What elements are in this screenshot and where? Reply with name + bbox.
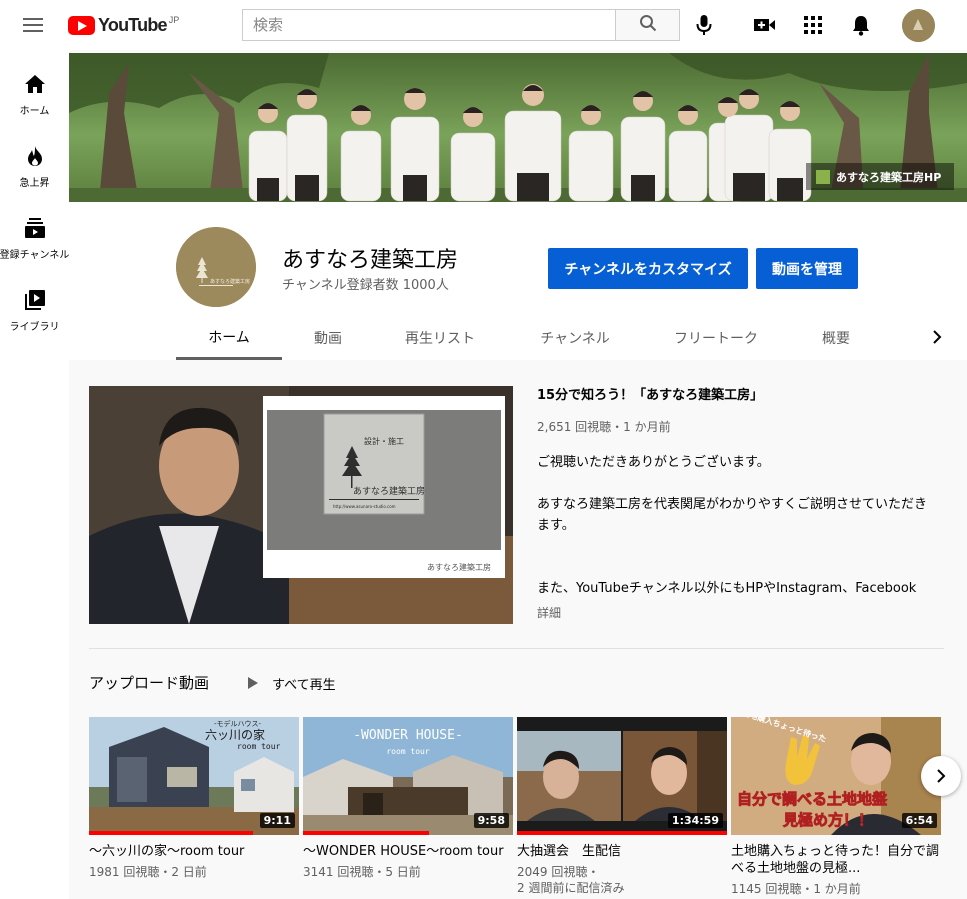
play-all-label: すべて再生 (272, 677, 336, 693)
sign-line2: あすなろ建築工房 (353, 485, 425, 497)
video-thumbnail[interactable]: -WONDER HOUSE- room tour 9:58 (303, 717, 513, 835)
customize-channel-button[interactable]: チャンネルをカスタマイズ (548, 248, 748, 289)
shelf-next-chevron-icon[interactable] (921, 756, 961, 796)
featured-video-meta: 2,651 回視聴・1 か月前 (537, 420, 671, 434)
sign-footer: あすなろ建築工房 (427, 562, 491, 572)
video-meta: 1145 回視聴・1 か月前 (731, 882, 861, 896)
video-card[interactable]: 土地購入ちょっと待った 自分で調べる土地地盤 見極め方！！ 6:54 土地購入ち… (731, 717, 941, 897)
thumb-line1: -モデルハウス- (214, 719, 262, 728)
video-title[interactable]: 土地購入ちょっと待った！自分で調べる土地地盤の見極... (731, 843, 941, 877)
subscriptions-icon (23, 216, 47, 240)
tab-playlists[interactable]: 再生リスト (392, 316, 488, 360)
thumb-line2: room tour (386, 747, 430, 756)
video-card[interactable]: -モデルハウス- 六ッ川の家 room tour 9:11 〜六ッ川の家〜roo… (89, 717, 299, 880)
sidebar-item-trending[interactable]: 急上昇 (0, 122, 69, 194)
home-icon (23, 72, 47, 96)
youtube-play-icon (68, 15, 95, 35)
banner-website-link[interactable]: あすなろ建築工房HP (806, 163, 954, 190)
tab-channels[interactable]: チャンネル (524, 316, 626, 360)
tabs-next-chevron-icon[interactable] (924, 322, 950, 352)
section-divider (89, 648, 944, 649)
featured-video-title[interactable]: 15分で知ろう！「あすなろ建築工房」 (537, 384, 763, 403)
watch-progress-bar (517, 831, 727, 835)
thumb-line3: room tour (237, 742, 281, 751)
sidebar-item-subscriptions[interactable]: 登録チャンネル (0, 194, 69, 266)
video-meta: 1981 回視聴・2 日前 (89, 865, 207, 879)
tab-free-talk[interactable]: フリートーク (660, 316, 772, 360)
featured-desc-2: あすなろ建築工房を代表関尾がわかりやすくご説明させていただきます。 (537, 497, 928, 533)
sidebar-item-label: 登録チャンネル (0, 250, 70, 261)
search-input[interactable] (242, 9, 616, 41)
video-thumbnail[interactable]: -モデルハウス- 六ッ川の家 room tour 9:11 (89, 717, 299, 835)
video-title[interactable]: 大抽選会 生配信 (517, 843, 727, 860)
tab-videos[interactable]: 動画 (296, 316, 360, 360)
video-duration: 9:11 (259, 813, 295, 828)
video-title[interactable]: 〜WONDER HOUSE〜room tour (303, 843, 513, 860)
featured-desc-3: また、YouTubeチャンネル以外にもHPやInstagram、Facebook (537, 581, 917, 596)
apps-grid-icon[interactable] (800, 12, 826, 38)
video-card[interactable]: 1:34:59 大抽選会 生配信 2049 回視聴・ 2 週間前に配信済み (517, 717, 727, 896)
notifications-bell-icon[interactable] (848, 12, 874, 38)
channel-avatar[interactable]: あすなろ建築工房 (176, 227, 256, 307)
library-icon (23, 288, 47, 312)
website-favicon-icon (816, 169, 830, 184)
video-meta: 3141 回視聴・5 日前 (303, 865, 421, 879)
featured-video-thumbnail[interactable]: 設計・施工 あすなろ建築工房 http://www.asunaro-studio… (89, 386, 513, 624)
watch-progress-bar (89, 831, 253, 835)
video-thumbnail[interactable]: 1:34:59 (517, 717, 727, 835)
account-avatar[interactable] (902, 9, 935, 42)
logo-region: JP (168, 15, 180, 25)
play-all-button[interactable]: すべて再生 (248, 672, 336, 694)
sign-line1: 設計・施工 (364, 436, 404, 446)
sidebar-item-label: 急上昇 (19, 178, 50, 189)
featured-more-link[interactable]: 詳細 (537, 604, 561, 621)
thumb-line1: -WONDER HOUSE- (353, 728, 463, 743)
sign-url: http://www.asunaro-studio.com (333, 504, 396, 509)
video-duration: 6:54 (901, 813, 937, 828)
banner-link-label: あすなろ建築工房HP (836, 170, 942, 184)
uploads-section-title[interactable]: アップロード動画 (89, 672, 209, 693)
sidebar-item-library[interactable]: ライブラリ (0, 266, 69, 338)
create-video-icon[interactable] (752, 12, 778, 38)
thumb-line3: 見極め方！！ (782, 811, 873, 829)
watch-progress-bar (303, 831, 429, 835)
svg-text:あすなろ建築工房: あすなろ建築工房 (210, 278, 250, 285)
sidebar-item-label: ホーム (19, 106, 50, 117)
search-icon (639, 14, 657, 36)
sidebar-item-home[interactable]: ホーム (0, 50, 69, 122)
play-icon (248, 677, 258, 689)
video-duration: 9:58 (473, 813, 509, 828)
featured-desc-1: ご視聴いただきありがとうございます。 (537, 455, 770, 470)
microphone-icon[interactable] (691, 12, 717, 38)
video-title[interactable]: 〜六ッ川の家〜room tour (89, 843, 299, 860)
fire-icon (23, 144, 47, 168)
thumb-line2: 自分で調べる土地地盤 (737, 790, 888, 808)
youtube-logo[interactable]: YouTube JP (68, 13, 179, 37)
subscriber-count: チャンネル登録者数 1000人 (282, 278, 449, 293)
video-meta-live: 2 週間前に配信済み (517, 881, 625, 895)
search-button[interactable] (615, 9, 680, 41)
thumb-line2: 六ッ川の家 (205, 727, 265, 742)
manage-videos-button[interactable]: 動画を管理 (756, 248, 858, 289)
tab-about[interactable]: 概要 (806, 316, 866, 360)
video-thumbnail[interactable]: 土地購入ちょっと待った 自分で調べる土地地盤 見極め方！！ 6:54 (731, 717, 941, 835)
tab-home[interactable]: ホーム (176, 316, 282, 360)
sidebar-item-label: ライブラリ (9, 322, 60, 333)
video-duration: 1:34:59 (667, 813, 723, 828)
menu-icon[interactable] (16, 12, 50, 38)
channel-title: あすなろ建築工房 (282, 248, 459, 273)
video-card[interactable]: -WONDER HOUSE- room tour 9:58 〜WONDER HO… (303, 717, 513, 880)
logo-text: YouTube (98, 14, 168, 35)
video-meta: 2049 回視聴・ (517, 865, 600, 879)
